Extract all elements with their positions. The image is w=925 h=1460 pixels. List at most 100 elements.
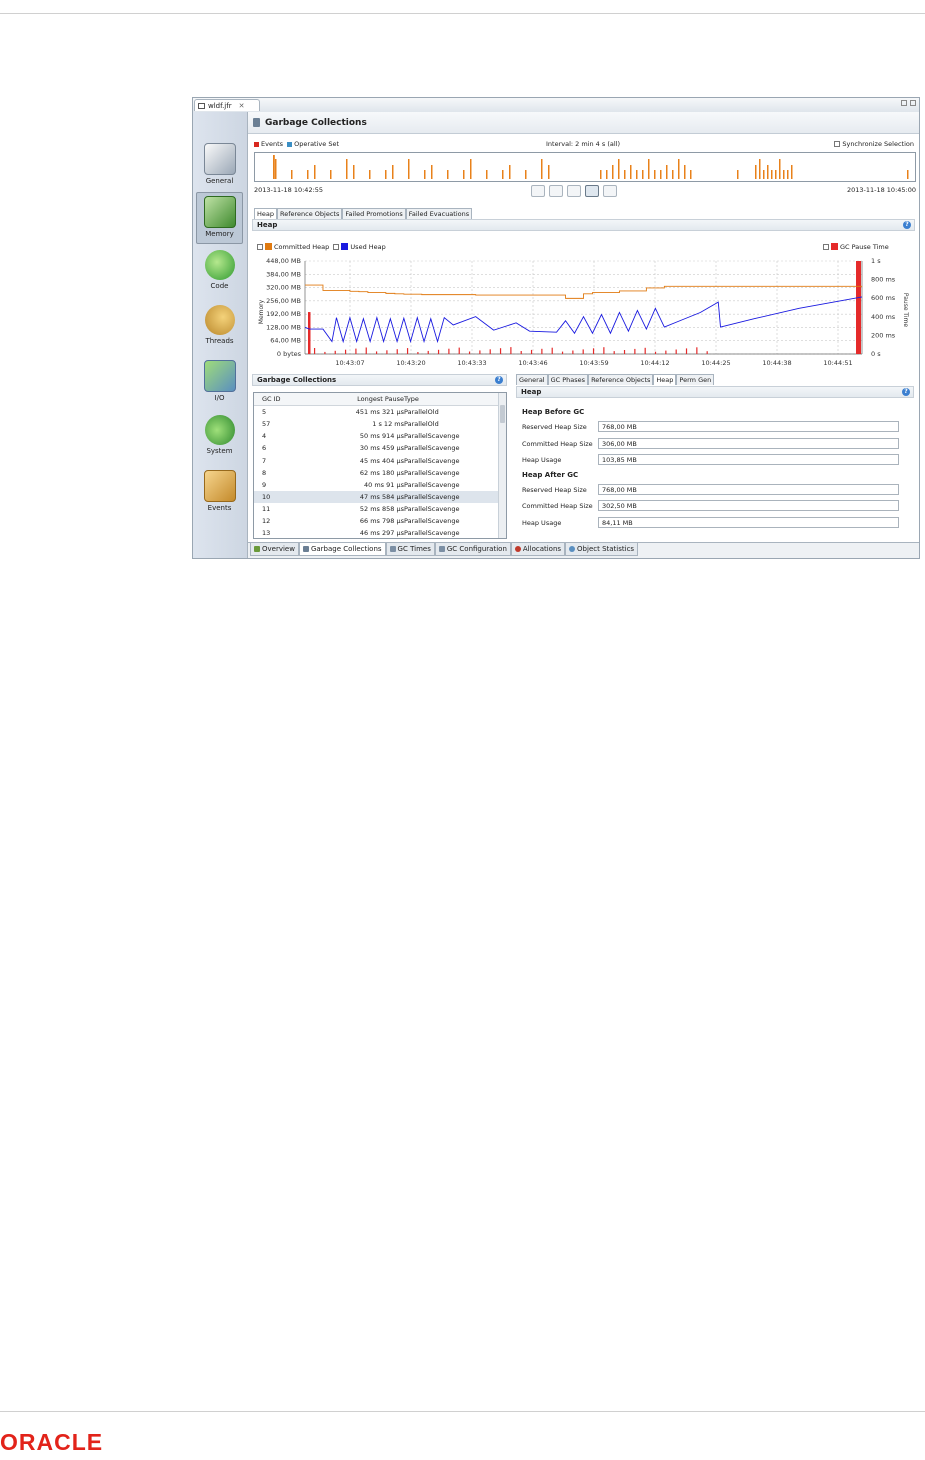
detail-section-title: Heap	[521, 388, 542, 396]
column-header[interactable]: Type	[404, 395, 419, 403]
heap-chart[interactable]: 448,00 MB 384,00 MB 320,00 MB 256,00 MB 192,…	[248, 252, 919, 374]
longest-pause-cell: 40 ms 91 µs	[364, 480, 404, 489]
tab-heap[interactable]: Heap	[254, 208, 277, 219]
tab-garbage-collections[interactable]: Garbage Collections	[298, 543, 386, 556]
y-tick-label: 448,00 MB	[266, 257, 301, 265]
allocations-icon	[514, 546, 521, 552]
timeline-event-bar	[755, 165, 757, 179]
forward-icon[interactable]	[603, 185, 617, 197]
gc-pause-marker	[510, 347, 512, 354]
timeline-event-bar	[392, 165, 394, 179]
zoom-out-icon[interactable]	[567, 185, 581, 197]
tab-general[interactable]: General	[516, 374, 548, 385]
timeline-event-bar	[291, 170, 293, 179]
after-committed-value[interactable]: 302,50 MB	[598, 500, 899, 511]
event-timeline[interactable]	[254, 152, 916, 182]
tab-allocations[interactable]: Allocations	[510, 543, 566, 556]
sidebar-item-general[interactable]: General	[196, 140, 243, 192]
sidebar-item-threads[interactable]: Threads	[196, 302, 243, 354]
pause-checkbox[interactable]	[823, 243, 829, 250]
help-icon[interactable]: ?	[902, 388, 910, 396]
reserved-label: Reserved Heap Size	[522, 486, 587, 494]
table-row[interactable]: 11 52 ms 858 µs ParallelScavenge	[254, 503, 506, 515]
sidebar-item-io[interactable]: I/O	[196, 357, 243, 409]
gc-pause-marker	[582, 349, 584, 354]
before-usage-value[interactable]: 103,85 MB	[598, 454, 899, 465]
sidebar-item-label: Memory	[205, 230, 234, 238]
sidebar-item-events[interactable]: Events	[196, 467, 243, 519]
gc-pause-marker	[458, 347, 460, 354]
table-row[interactable]: 57 1 s 12 ms ParallelOld	[254, 418, 506, 430]
tab-reference-objects[interactable]: Reference Objects	[588, 374, 654, 385]
tab-object-statistics[interactable]: Object Statistics	[565, 543, 639, 556]
tab-gc-phases[interactable]: GC Phases	[547, 374, 589, 385]
gc-pause-marker	[313, 348, 316, 354]
sidebar-item-code[interactable]: Code	[196, 247, 243, 299]
sidebar-item-label: System	[206, 447, 233, 455]
gc-pause-marker	[665, 350, 667, 354]
close-icon[interactable]: ✕	[239, 102, 245, 110]
page-header: Garbage Collections	[248, 112, 919, 134]
table-row[interactable]: 7 45 ms 404 µs ParallelScavenge	[254, 454, 506, 466]
timeline-event-bar	[678, 159, 680, 179]
tab-gc-configuration[interactable]: GC Configuration	[434, 543, 511, 556]
table-row[interactable]: 10 47 ms 584 µs ParallelScavenge	[254, 490, 506, 503]
sidebar-item-label: I/O	[214, 394, 225, 402]
timeline-event-bar	[600, 170, 602, 179]
tab-heap-detail[interactable]: Heap	[653, 374, 677, 385]
before-committed-value[interactable]: 306,00 MB	[598, 438, 899, 449]
tab-failed-evacuations[interactable]: Failed Evacuations	[405, 208, 473, 219]
gc-pause-marker	[561, 351, 564, 354]
sidebar-item-system[interactable]: System	[196, 412, 243, 464]
detail-section-header: Heap ?	[516, 386, 914, 398]
timeline-event-bar	[509, 165, 511, 179]
table-row[interactable]: 8 62 ms 180 µs ParallelScavenge	[254, 467, 506, 479]
gc-pause-marker	[706, 351, 708, 354]
after-reserved-value[interactable]: 768,00 MB	[598, 484, 899, 495]
table-row[interactable]: 12 66 ms 798 µs ParallelScavenge	[254, 515, 506, 527]
tab-failed-promotions[interactable]: Failed Promotions	[342, 208, 406, 219]
timeline-event-bar	[791, 165, 793, 179]
column-header[interactable]: Longest Pause	[357, 395, 404, 403]
gc-id-cell: 57	[262, 420, 271, 429]
tab-group-sidebar: General Memory Code Threads I/O System E…	[193, 112, 248, 558]
gc-table[interactable]: GC ID Longest Pause Type 5 451 ms 321 µs P…	[253, 392, 507, 539]
synchronize-selection-checkbox[interactable]: Synchronize Selection	[834, 140, 914, 148]
heap-after-title: Heap After GC	[522, 471, 579, 479]
help-icon[interactable]: ?	[903, 221, 911, 229]
sidebar-item-memory[interactable]: Memory	[196, 192, 243, 244]
recording-file-icon	[198, 102, 205, 109]
y2-tick-label: 200 ms	[871, 331, 896, 339]
zoom-all-icon[interactable]	[585, 185, 599, 197]
table-scrollbar[interactable]	[498, 393, 506, 538]
gc-pause-marker	[530, 349, 533, 354]
timeline-event-bar	[424, 170, 426, 179]
timeline-end: 2013-11-18 10:45:00	[846, 186, 916, 194]
minimize-icon[interactable]	[901, 100, 907, 106]
checkbox-box[interactable]	[834, 141, 841, 147]
tab-gc-times[interactable]: GC Times	[385, 543, 435, 556]
table-row[interactable]: 9 40 ms 91 µs ParallelScavenge	[254, 479, 506, 491]
used-checkbox[interactable]	[333, 243, 340, 250]
used-legend-label: Used Heap	[350, 242, 386, 251]
tab-reference-objects[interactable]: Reference Objects	[277, 208, 343, 219]
help-icon[interactable]: ?	[495, 376, 503, 384]
committed-checkbox[interactable]	[257, 243, 263, 250]
table-row[interactable]: 13 46 ms 297 µs ParallelScavenge	[254, 527, 506, 538]
gc-pause-marker	[468, 351, 471, 354]
column-header[interactable]: GC ID	[262, 395, 281, 403]
table-row[interactable]: 5 451 ms 321 µs ParallelOld	[254, 406, 506, 418]
tab-overview[interactable]: Overview	[250, 543, 299, 556]
table-row[interactable]: 4 50 ms 914 µs ParallelScavenge	[254, 430, 506, 442]
scrollbar-thumb[interactable]	[500, 405, 505, 423]
back-icon[interactable]	[531, 185, 545, 197]
page-title: Garbage Collections	[265, 117, 367, 128]
zoom-in-icon[interactable]	[549, 185, 563, 197]
editor-tab[interactable]: wldf.jfr ✕	[194, 99, 260, 111]
tab-perm-gen[interactable]: Perm Gen	[676, 374, 715, 385]
gc-pause-marker	[427, 350, 429, 354]
before-reserved-value[interactable]: 768,00 MB	[598, 421, 899, 432]
after-usage-value[interactable]: 84,11 MB	[598, 517, 899, 528]
maximize-icon[interactable]	[910, 100, 916, 106]
table-row[interactable]: 6 30 ms 459 µs ParallelScavenge	[254, 442, 506, 454]
